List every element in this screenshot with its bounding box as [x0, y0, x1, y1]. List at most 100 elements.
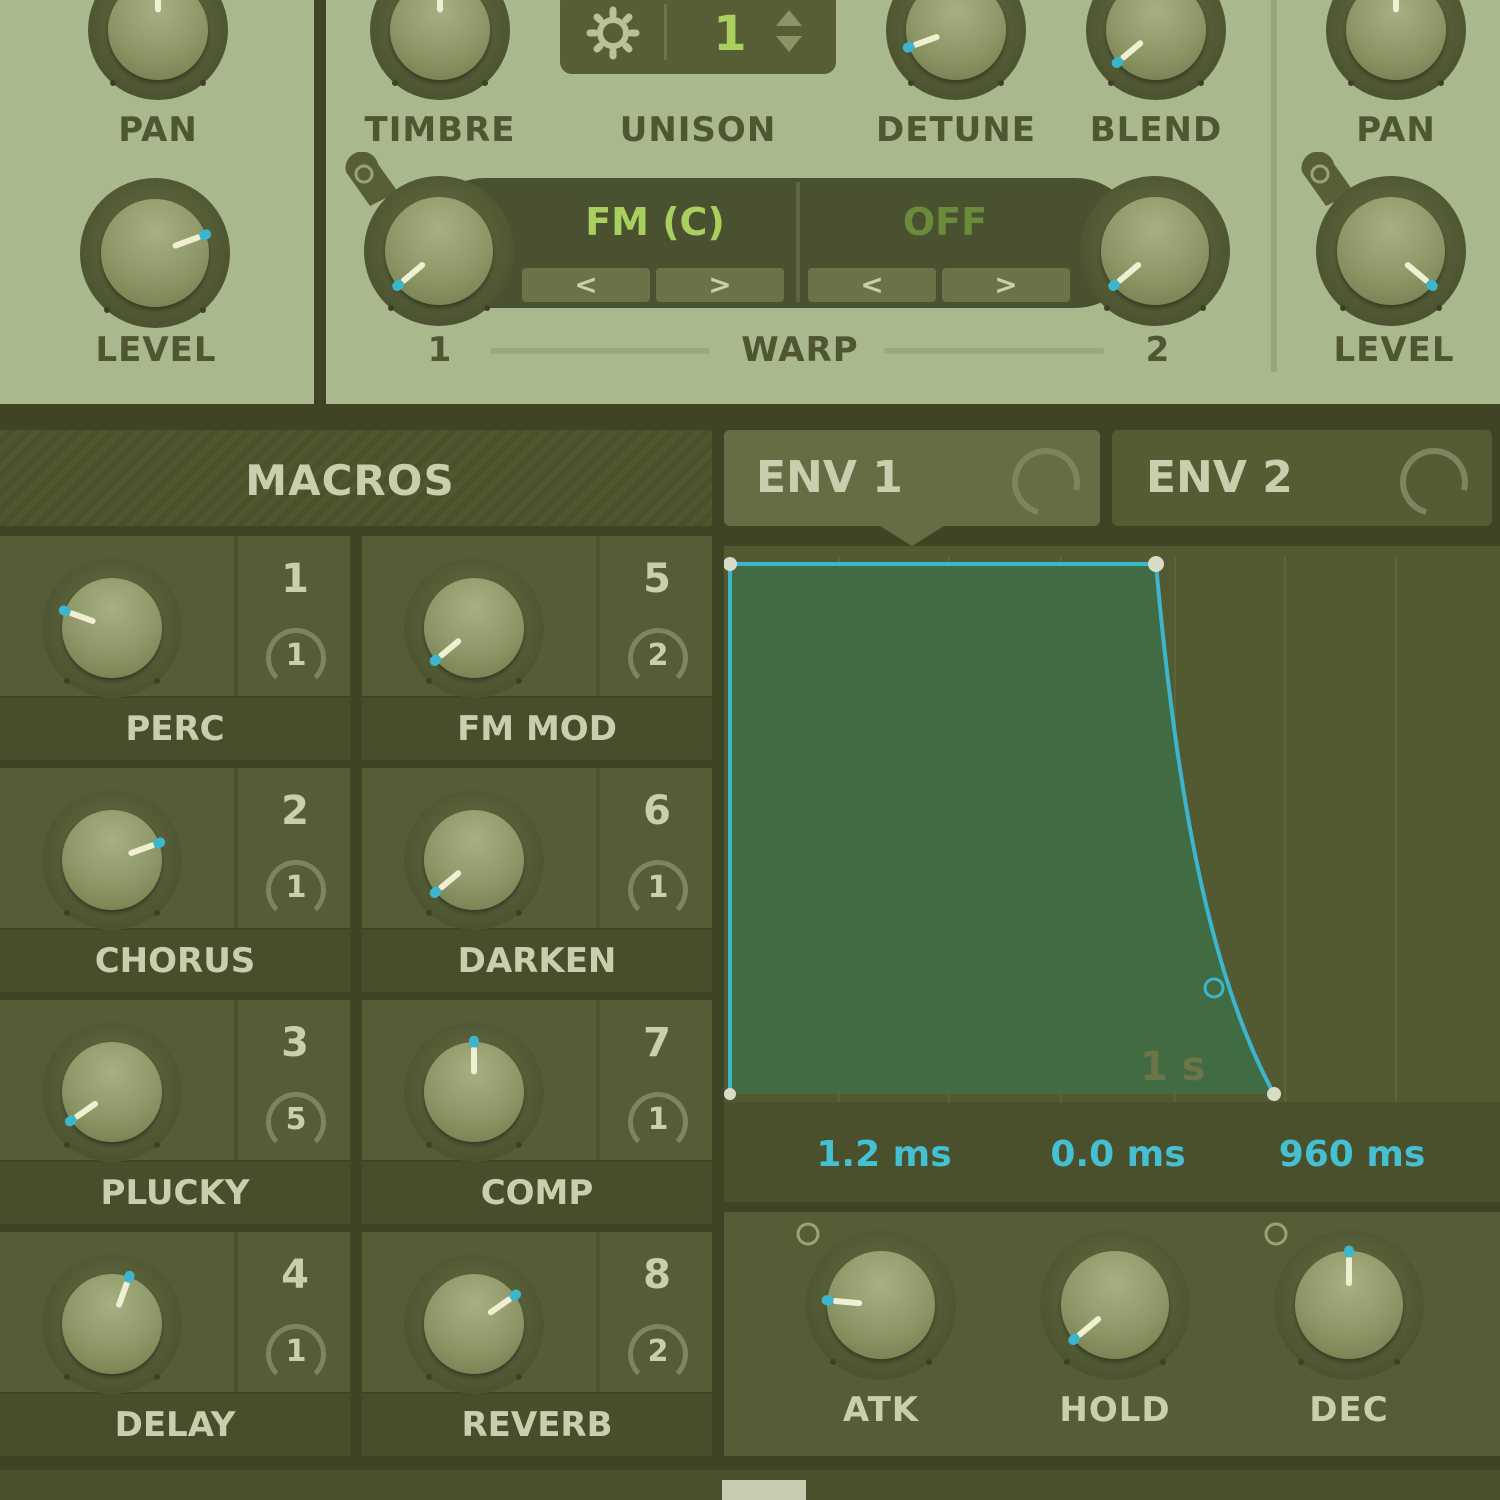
- warp-line-right: [884, 348, 1104, 354]
- knob-range-dot: [153, 678, 160, 685]
- atk-knob[interactable]: [806, 1230, 956, 1380]
- knob-range-dot: [484, 305, 490, 311]
- hold-value[interactable]: 0.0 ms: [1008, 1134, 1228, 1175]
- level-label-left: LEVEL: [95, 330, 217, 370]
- knob-range-dot: [830, 1359, 836, 1365]
- knob-range-dot: [1437, 80, 1444, 87]
- knob-range-dot: [481, 80, 488, 87]
- unison-label: UNISON: [619, 110, 777, 150]
- level-knob-right[interactable]: [1316, 176, 1466, 326]
- macro-number: 1: [281, 556, 309, 602]
- knob-range-dot: [1340, 305, 1346, 311]
- macro-number: 8: [643, 1252, 671, 1298]
- macro-mod-count: 5: [285, 1102, 307, 1137]
- knob-range-dot: [153, 1142, 160, 1149]
- warp1-prev-button[interactable]: <: [522, 268, 650, 302]
- macro-knob[interactable]: [42, 558, 182, 698]
- macro-knob[interactable]: [42, 1254, 182, 1394]
- knob-pointer: [1393, 0, 1399, 13]
- gear-icon[interactable]: [580, 6, 646, 60]
- hold-knob[interactable]: [1040, 1230, 1190, 1380]
- macro-number: 3: [281, 1020, 309, 1066]
- macro-label[interactable]: PLUCKY: [0, 1162, 350, 1224]
- warp2-knob[interactable]: [1080, 176, 1230, 326]
- knob-range-dot: [1200, 305, 1206, 311]
- knob-range-dot: [388, 305, 394, 311]
- knob-cap: [423, 1273, 525, 1375]
- macro-label[interactable]: DARKEN: [362, 930, 712, 992]
- knob-range-dot: [997, 80, 1004, 87]
- knob-range-dot: [153, 910, 160, 917]
- attack-value[interactable]: 1.2 ms: [774, 1134, 994, 1175]
- decay-value[interactable]: 960 ms: [1242, 1134, 1462, 1175]
- knob-pointer: [155, 0, 161, 13]
- knob-cap: [827, 1251, 935, 1359]
- macro-knob[interactable]: [42, 1022, 182, 1162]
- knob-range-dot: [1064, 1359, 1070, 1365]
- macro-mod-count: 1: [647, 1102, 669, 1137]
- macro-knob[interactable]: [42, 790, 182, 930]
- macro-label[interactable]: REVERB: [362, 1394, 712, 1456]
- unison-value[interactable]: 1: [690, 6, 770, 62]
- macro-knob[interactable]: [404, 1022, 544, 1162]
- warp1-mode[interactable]: FM (C): [540, 200, 770, 244]
- envelope-graph[interactable]: [723, 546, 1500, 1102]
- warp-label: WARP: [741, 330, 859, 370]
- knob-range-dot: [1197, 80, 1204, 87]
- macro-knob[interactable]: [404, 790, 544, 930]
- level-knob-left[interactable]: [80, 178, 230, 328]
- warp2-mode[interactable]: OFF: [830, 200, 1060, 244]
- warp-center-divider: [796, 182, 800, 302]
- macro-label[interactable]: FM MOD: [362, 698, 712, 760]
- knob-cap: [61, 809, 163, 911]
- mod-source-icon[interactable]: [786, 1212, 830, 1256]
- tab-pointer: [880, 526, 944, 546]
- warp2-next-button[interactable]: >: [942, 268, 1070, 302]
- macro-separator: [596, 536, 600, 696]
- macro-number: 2: [281, 788, 309, 834]
- osc-divider: [1271, 0, 1277, 372]
- pan-label-left: PAN: [118, 110, 198, 150]
- timbre-label: TIMBRE: [364, 110, 516, 150]
- macro-separator: [596, 1232, 600, 1392]
- knob-range-dot: [926, 1359, 932, 1365]
- knob-range-dot: [515, 910, 522, 917]
- macro-separator: [234, 1000, 238, 1160]
- tab-env2-label: ENV 2: [1146, 452, 1293, 503]
- macro-knob[interactable]: [404, 1254, 544, 1394]
- macro-mod-count: 1: [285, 1334, 307, 1369]
- knob-cap: [61, 1273, 163, 1375]
- warp1-next-button[interactable]: >: [656, 268, 784, 302]
- macro-mod-count: 2: [647, 638, 669, 673]
- macro-label[interactable]: PERC: [0, 698, 350, 760]
- macro-mod-count: 1: [647, 870, 669, 905]
- macro-separator: [596, 768, 600, 928]
- macro-label[interactable]: DELAY: [0, 1394, 350, 1456]
- atk-label: ATK: [842, 1390, 920, 1430]
- bottom-scroll-handle[interactable]: [722, 1480, 806, 1500]
- macro-separator: [234, 1232, 238, 1392]
- macro-separator: [234, 768, 238, 928]
- warp2-prev-button[interactable]: <: [808, 268, 936, 302]
- knob-cap: [61, 577, 163, 679]
- knob-value-indicator: [1344, 1245, 1354, 1258]
- unison-stepper[interactable]: [772, 6, 806, 56]
- macro-label[interactable]: CHORUS: [0, 930, 350, 992]
- knob-range-dot: [153, 1374, 160, 1381]
- macro-label[interactable]: COMP: [362, 1162, 712, 1224]
- macro-knob[interactable]: [404, 558, 544, 698]
- mod-source-icon[interactable]: [1254, 1212, 1298, 1256]
- knob-range-dot: [1104, 305, 1110, 311]
- warp1-knob[interactable]: [364, 176, 514, 326]
- knob-range-dot: [199, 80, 206, 87]
- blend-label: BLEND: [1089, 110, 1223, 150]
- knob-value-indicator: [469, 1035, 479, 1048]
- tab-env1-label: ENV 1: [756, 452, 903, 503]
- warp-line-left: [490, 348, 710, 354]
- warp2-number: 2: [1145, 330, 1171, 370]
- dec-knob[interactable]: [1274, 1230, 1424, 1380]
- knob-range-dot: [1160, 1359, 1166, 1365]
- macro-number: 6: [643, 788, 671, 834]
- macro-mod-count: 2: [647, 1334, 669, 1369]
- knob-pointer: [471, 1046, 477, 1075]
